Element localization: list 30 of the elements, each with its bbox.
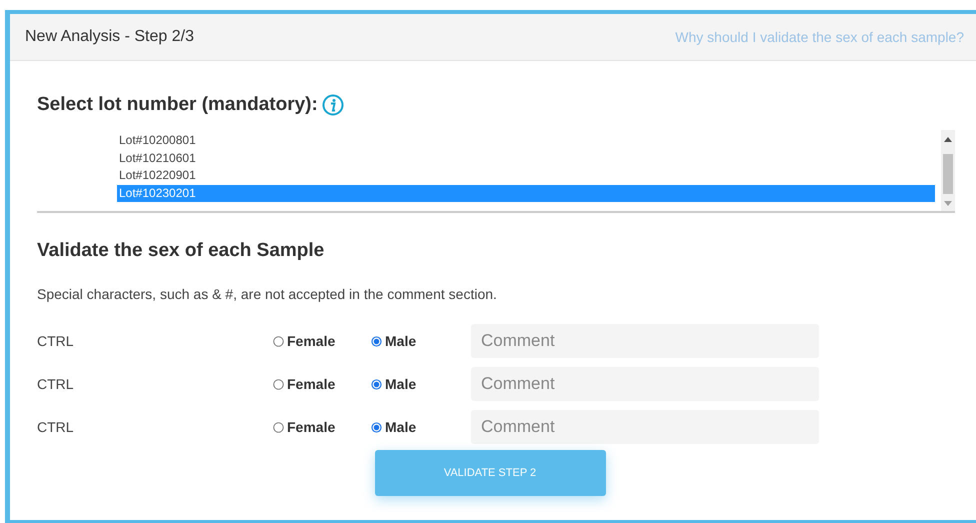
scroll-up-icon[interactable] <box>944 136 952 142</box>
comment-field[interactable]: Comment <box>471 410 819 444</box>
sex-radio[interactable]: Female <box>273 333 371 349</box>
note-text: Special characters, such as & #, are not accepted in the comment section. <box>37 286 498 302</box>
radio-icon[interactable] <box>371 378 382 390</box>
sex-radio[interactable]: Male <box>371 333 469 349</box>
sex-radio[interactable]: Female <box>273 376 371 392</box>
radio-icon[interactable] <box>371 336 382 346</box>
sex-radio[interactable]: Male <box>371 419 469 435</box>
sample-name: CTRL <box>37 333 75 349</box>
section-heading: Validate the sex of each Sample <box>37 240 326 262</box>
sample-name: CTRL <box>37 419 75 435</box>
lot-option[interactable]: Lot#10210601 <box>117 150 935 168</box>
info-icon[interactable] <box>322 94 344 116</box>
scrollbar[interactable] <box>941 130 955 211</box>
comment-field[interactable]: Comment <box>471 324 819 358</box>
comment-field[interactable]: Comment <box>471 367 819 401</box>
radio-icon[interactable] <box>273 336 284 346</box>
radio-icon[interactable] <box>273 422 284 432</box>
lot-option[interactable]: Lot#10220901 <box>117 167 935 185</box>
lot-option[interactable]: Lot#10200801 <box>117 132 935 150</box>
sex-radio[interactable]: Female <box>273 419 371 435</box>
lot-listbox[interactable]: Lot#10200801 Lot#10210601 Lot#10220901 Lot#10230201 <box>37 130 955 213</box>
panel-title: New Analysis - Step 2/3 <box>25 28 194 46</box>
radio-icon[interactable] <box>371 422 382 432</box>
radio-icon[interactable] <box>273 378 284 390</box>
section-heading: Select lot number (mandatory): <box>37 94 318 116</box>
scroll-down-icon[interactable] <box>944 201 952 207</box>
sex-radio[interactable]: Male <box>371 376 469 392</box>
sample-name: CTRL <box>37 376 75 392</box>
